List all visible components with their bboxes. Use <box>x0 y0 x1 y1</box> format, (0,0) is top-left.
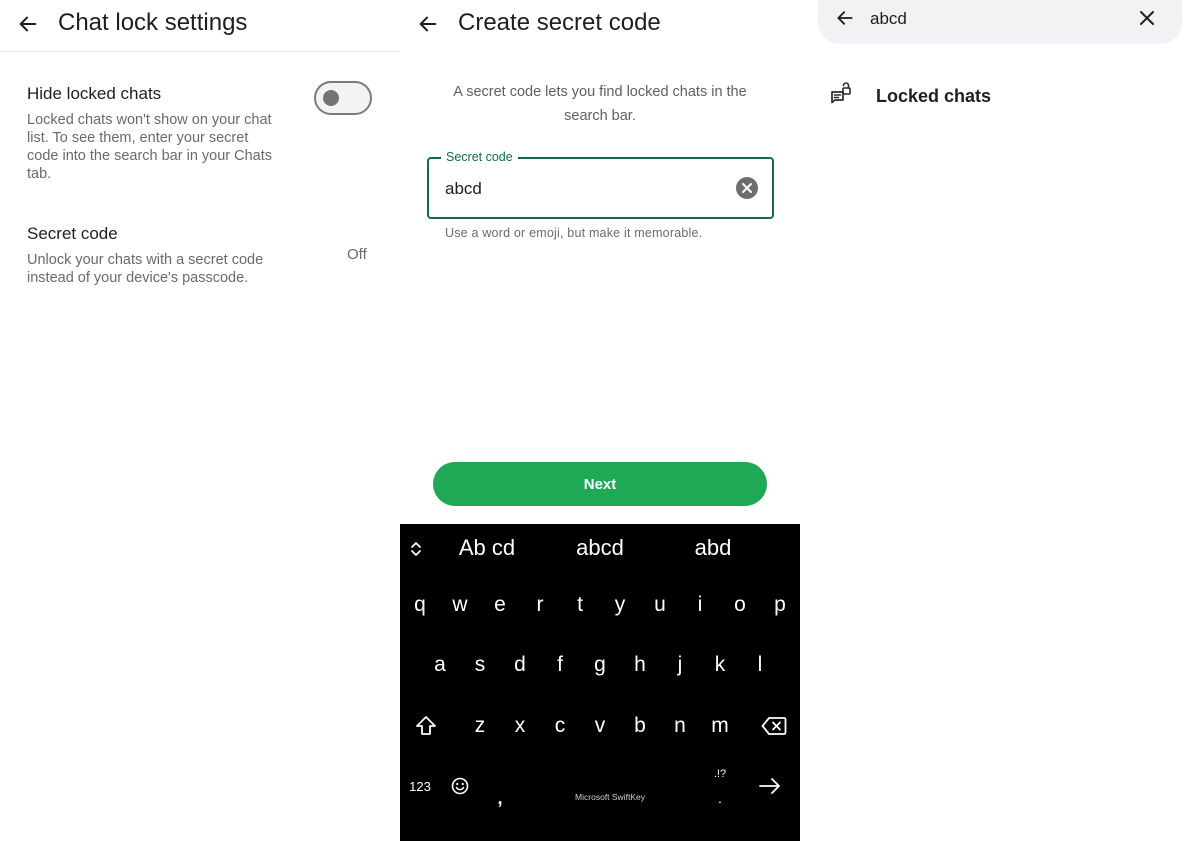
shift-icon <box>416 716 436 735</box>
suggestion-3[interactable]: abd <box>658 535 768 561</box>
emoji-key[interactable] <box>440 764 480 808</box>
backspace-icon <box>761 717 787 735</box>
key-c[interactable]: c <box>540 704 580 748</box>
expand-suggestions-button[interactable] <box>406 537 426 561</box>
key-b[interactable]: b <box>620 704 660 748</box>
key-v[interactable]: v <box>580 704 620 748</box>
key-n[interactable]: n <box>660 704 700 748</box>
emoji-icon <box>451 777 469 795</box>
clear-icon <box>742 183 752 193</box>
key-l[interactable]: l <box>740 643 780 687</box>
backspace-key[interactable] <box>754 704 794 748</box>
shift-key[interactable] <box>406 704 446 748</box>
search-back-button[interactable] <box>832 5 858 31</box>
enter-key[interactable] <box>750 764 790 808</box>
suggestion-bar: Ab cd abcd abd <box>400 524 800 574</box>
key-w[interactable]: w <box>440 583 480 627</box>
key-g[interactable]: g <box>580 643 620 687</box>
secret-code-title[interactable]: Secret code <box>27 224 118 244</box>
suggestion-1[interactable]: Ab cd <box>432 535 542 561</box>
clear-search-button[interactable] <box>1134 5 1160 31</box>
key-q[interactable]: q <box>400 583 440 627</box>
enter-arrow-icon <box>759 778 780 794</box>
chat-lock-settings-screen: Chat lock settings Hide locked chats Loc… <box>0 0 400 841</box>
on-screen-keyboard: Ab cd abcd abd q w e r t y u i o p a s d… <box>400 524 800 841</box>
secret-code-value[interactable]: abcd <box>445 179 482 199</box>
secret-code-description: Unlock your chats with a secret code ins… <box>27 252 264 286</box>
key-a[interactable]: a <box>420 643 460 687</box>
settings-header: Chat lock settings <box>0 0 400 52</box>
keyboard-brand-label: Microsoft SwiftKey <box>575 792 645 802</box>
numbers-key[interactable]: 123 <box>400 764 440 808</box>
hide-locked-chats-title: Hide locked chats <box>27 84 162 103</box>
key-p[interactable]: p <box>760 583 800 627</box>
next-button[interactable]: Next <box>433 462 767 506</box>
secret-code-status: Off <box>347 246 367 263</box>
key-k[interactable]: k <box>700 643 740 687</box>
secret-code-input[interactable]: Secret code abcd <box>427 150 774 219</box>
back-arrow-icon <box>837 11 853 25</box>
suggestion-2[interactable]: abcd <box>545 535 655 561</box>
key-h[interactable]: h <box>620 643 660 687</box>
comma-key[interactable]: , <box>480 776 520 820</box>
close-icon <box>1140 11 1154 25</box>
back-arrow-icon <box>19 16 37 32</box>
clear-input-button[interactable] <box>736 177 758 199</box>
page-title: Chat lock settings <box>58 9 248 36</box>
secret-code-intro: A secret code lets you find locked chats… <box>453 84 747 124</box>
search-screen: Locked chats <box>800 0 1200 841</box>
secret-code-field-label: Secret code <box>441 150 518 164</box>
create-code-header: Create secret code <box>400 0 800 52</box>
period-key[interactable]: . <box>700 776 740 820</box>
key-o[interactable]: o <box>720 583 760 627</box>
back-button[interactable] <box>414 10 442 38</box>
search-bar <box>818 0 1182 44</box>
create-secret-code-screen: Create secret code A secret code lets yo… <box>400 0 800 841</box>
key-z[interactable]: z <box>460 704 500 748</box>
toggle-knob <box>323 90 339 106</box>
hide-locked-chats-description: Locked chats won't show on your chat lis… <box>27 112 273 182</box>
back-arrow-icon <box>419 16 437 32</box>
key-u[interactable]: u <box>640 583 680 627</box>
back-button[interactable] <box>14 10 42 38</box>
expand-icon <box>411 542 421 556</box>
locked-chats-result[interactable]: Locked chats <box>820 76 1180 120</box>
key-x[interactable]: x <box>500 704 540 748</box>
key-j[interactable]: j <box>660 643 700 687</box>
secret-code-helper: Use a word or emoji, but make it memorab… <box>445 226 703 240</box>
key-m[interactable]: m <box>700 704 740 748</box>
locked-chats-label: Locked chats <box>876 86 992 106</box>
key-s[interactable]: s <box>460 643 500 687</box>
unlocked-chat-icon <box>831 82 851 104</box>
key-t[interactable]: t <box>560 583 600 627</box>
key-e[interactable]: e <box>480 583 520 627</box>
key-i[interactable]: i <box>680 583 720 627</box>
page-title: Create secret code <box>458 9 661 36</box>
key-d[interactable]: d <box>500 643 540 687</box>
search-input[interactable] <box>870 6 1120 32</box>
key-y[interactable]: y <box>600 583 640 627</box>
key-f[interactable]: f <box>540 643 580 687</box>
hide-locked-chats-toggle[interactable] <box>314 81 372 115</box>
key-r[interactable]: r <box>520 583 560 627</box>
